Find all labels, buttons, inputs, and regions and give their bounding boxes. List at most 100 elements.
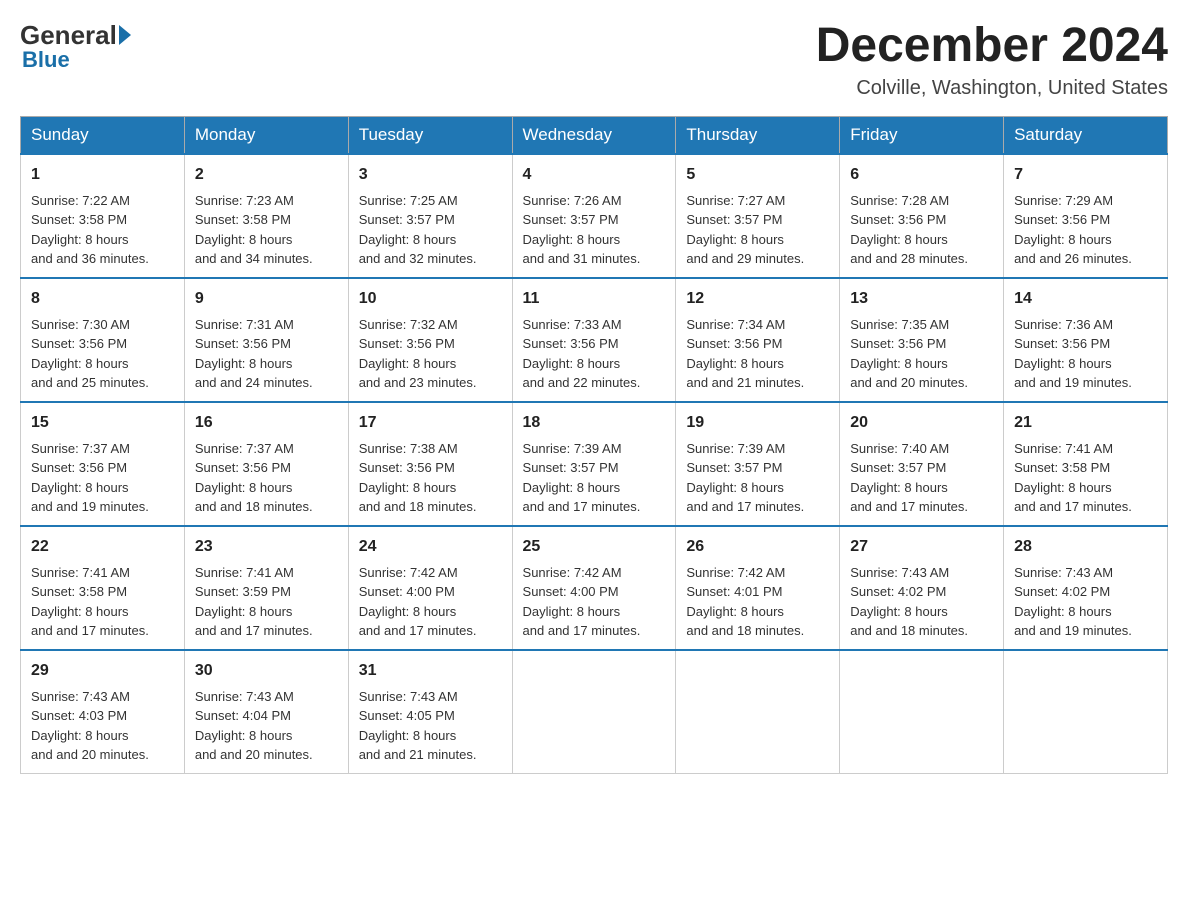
sunrise: Sunrise: 7:41 AM bbox=[1014, 441, 1113, 456]
sunrise: Sunrise: 7:27 AM bbox=[686, 193, 785, 208]
daylight: Daylight: 8 hours bbox=[850, 232, 948, 247]
sunrise: Sunrise: 7:29 AM bbox=[1014, 193, 1113, 208]
calendar-cell: 13 Sunrise: 7:35 AM Sunset: 3:56 PM Dayl… bbox=[840, 278, 1004, 402]
page-header: General Blue December 2024 Colville, Was… bbox=[20, 20, 1168, 100]
day-number: 3 bbox=[359, 163, 502, 187]
calendar-cell: 8 Sunrise: 7:30 AM Sunset: 3:56 PM Dayli… bbox=[21, 278, 185, 402]
day-number: 9 bbox=[195, 287, 338, 311]
week-row-1: 1 Sunrise: 7:22 AM Sunset: 3:58 PM Dayli… bbox=[21, 154, 1168, 278]
calendar-cell: 20 Sunrise: 7:40 AM Sunset: 3:57 PM Dayl… bbox=[840, 402, 1004, 526]
sunset: Sunset: 4:02 PM bbox=[850, 584, 946, 599]
daylight-cont: and and 32 minutes. bbox=[359, 251, 477, 266]
day-header-thursday: Thursday bbox=[676, 116, 840, 154]
sunset: Sunset: 3:56 PM bbox=[523, 336, 619, 351]
daylight-cont: and and 23 minutes. bbox=[359, 375, 477, 390]
daylight: Daylight: 8 hours bbox=[523, 232, 621, 247]
sunset: Sunset: 4:04 PM bbox=[195, 708, 291, 723]
daylight: Daylight: 8 hours bbox=[31, 728, 129, 743]
sunrise: Sunrise: 7:41 AM bbox=[195, 565, 294, 580]
sunset: Sunset: 3:57 PM bbox=[850, 460, 946, 475]
calendar-cell: 9 Sunrise: 7:31 AM Sunset: 3:56 PM Dayli… bbox=[184, 278, 348, 402]
sunrise: Sunrise: 7:41 AM bbox=[31, 565, 130, 580]
day-number: 20 bbox=[850, 411, 993, 435]
calendar-cell: 29 Sunrise: 7:43 AM Sunset: 4:03 PM Dayl… bbox=[21, 650, 185, 774]
day-number: 17 bbox=[359, 411, 502, 435]
sunset: Sunset: 3:58 PM bbox=[195, 212, 291, 227]
daylight: Daylight: 8 hours bbox=[195, 232, 293, 247]
day-number: 24 bbox=[359, 535, 502, 559]
day-number: 2 bbox=[195, 163, 338, 187]
calendar-cell: 14 Sunrise: 7:36 AM Sunset: 3:56 PM Dayl… bbox=[1004, 278, 1168, 402]
calendar-cell: 17 Sunrise: 7:38 AM Sunset: 3:56 PM Dayl… bbox=[348, 402, 512, 526]
sunset: Sunset: 4:00 PM bbox=[523, 584, 619, 599]
day-number: 23 bbox=[195, 535, 338, 559]
daylight-cont: and and 17 minutes. bbox=[523, 623, 641, 638]
daylight: Daylight: 8 hours bbox=[523, 356, 621, 371]
sunrise: Sunrise: 7:43 AM bbox=[359, 689, 458, 704]
sunrise: Sunrise: 7:35 AM bbox=[850, 317, 949, 332]
sunset: Sunset: 3:56 PM bbox=[850, 336, 946, 351]
sunset: Sunset: 3:58 PM bbox=[1014, 460, 1110, 475]
sunset: Sunset: 3:56 PM bbox=[850, 212, 946, 227]
daylight-cont: and and 28 minutes. bbox=[850, 251, 968, 266]
sunrise: Sunrise: 7:23 AM bbox=[195, 193, 294, 208]
sunrise: Sunrise: 7:43 AM bbox=[1014, 565, 1113, 580]
calendar-cell: 26 Sunrise: 7:42 AM Sunset: 4:01 PM Dayl… bbox=[676, 526, 840, 650]
sunset: Sunset: 3:57 PM bbox=[686, 212, 782, 227]
day-number: 15 bbox=[31, 411, 174, 435]
day-number: 26 bbox=[686, 535, 829, 559]
sunrise: Sunrise: 7:34 AM bbox=[686, 317, 785, 332]
daylight-cont: and and 17 minutes. bbox=[31, 623, 149, 638]
calendar-cell: 1 Sunrise: 7:22 AM Sunset: 3:58 PM Dayli… bbox=[21, 154, 185, 278]
sunrise: Sunrise: 7:43 AM bbox=[850, 565, 949, 580]
sunrise: Sunrise: 7:30 AM bbox=[31, 317, 130, 332]
daylight: Daylight: 8 hours bbox=[686, 480, 784, 495]
day-number: 5 bbox=[686, 163, 829, 187]
location-title: Colville, Washington, United States bbox=[816, 77, 1168, 100]
calendar-cell: 21 Sunrise: 7:41 AM Sunset: 3:58 PM Dayl… bbox=[1004, 402, 1168, 526]
daylight-cont: and and 19 minutes. bbox=[31, 499, 149, 514]
day-number: 6 bbox=[850, 163, 993, 187]
sunrise: Sunrise: 7:43 AM bbox=[31, 689, 130, 704]
calendar-cell bbox=[840, 650, 1004, 774]
daylight-cont: and and 17 minutes. bbox=[686, 499, 804, 514]
calendar-cell bbox=[1004, 650, 1168, 774]
day-number: 29 bbox=[31, 659, 174, 683]
calendar-cell: 12 Sunrise: 7:34 AM Sunset: 3:56 PM Dayl… bbox=[676, 278, 840, 402]
day-number: 1 bbox=[31, 163, 174, 187]
daylight: Daylight: 8 hours bbox=[850, 604, 948, 619]
daylight: Daylight: 8 hours bbox=[359, 604, 457, 619]
day-header-tuesday: Tuesday bbox=[348, 116, 512, 154]
sunset: Sunset: 4:01 PM bbox=[686, 584, 782, 599]
calendar-cell: 2 Sunrise: 7:23 AM Sunset: 3:58 PM Dayli… bbox=[184, 154, 348, 278]
calendar-cell: 27 Sunrise: 7:43 AM Sunset: 4:02 PM Dayl… bbox=[840, 526, 1004, 650]
daylight: Daylight: 8 hours bbox=[1014, 232, 1112, 247]
sunrise: Sunrise: 7:42 AM bbox=[359, 565, 458, 580]
sunset: Sunset: 3:57 PM bbox=[686, 460, 782, 475]
daylight: Daylight: 8 hours bbox=[850, 480, 948, 495]
daylight-cont: and and 17 minutes. bbox=[195, 623, 313, 638]
week-row-3: 15 Sunrise: 7:37 AM Sunset: 3:56 PM Dayl… bbox=[21, 402, 1168, 526]
daylight: Daylight: 8 hours bbox=[31, 356, 129, 371]
title-section: December 2024 Colville, Washington, Unit… bbox=[816, 20, 1168, 100]
daylight-cont: and and 17 minutes. bbox=[850, 499, 968, 514]
daylight: Daylight: 8 hours bbox=[359, 356, 457, 371]
logo-arrow-icon bbox=[119, 25, 131, 45]
day-number: 27 bbox=[850, 535, 993, 559]
day-header-saturday: Saturday bbox=[1004, 116, 1168, 154]
sunset: Sunset: 3:56 PM bbox=[31, 336, 127, 351]
day-number: 21 bbox=[1014, 411, 1157, 435]
calendar-cell: 16 Sunrise: 7:37 AM Sunset: 3:56 PM Dayl… bbox=[184, 402, 348, 526]
calendar-cell: 4 Sunrise: 7:26 AM Sunset: 3:57 PM Dayli… bbox=[512, 154, 676, 278]
sunrise: Sunrise: 7:26 AM bbox=[523, 193, 622, 208]
sunset: Sunset: 3:56 PM bbox=[359, 460, 455, 475]
calendar-cell: 22 Sunrise: 7:41 AM Sunset: 3:58 PM Dayl… bbox=[21, 526, 185, 650]
daylight: Daylight: 8 hours bbox=[195, 728, 293, 743]
day-number: 28 bbox=[1014, 535, 1157, 559]
daylight-cont: and and 20 minutes. bbox=[31, 747, 149, 762]
daylight-cont: and and 21 minutes. bbox=[359, 747, 477, 762]
sunrise: Sunrise: 7:39 AM bbox=[523, 441, 622, 456]
sunrise: Sunrise: 7:25 AM bbox=[359, 193, 458, 208]
daylight-cont: and and 25 minutes. bbox=[31, 375, 149, 390]
sunset: Sunset: 4:02 PM bbox=[1014, 584, 1110, 599]
